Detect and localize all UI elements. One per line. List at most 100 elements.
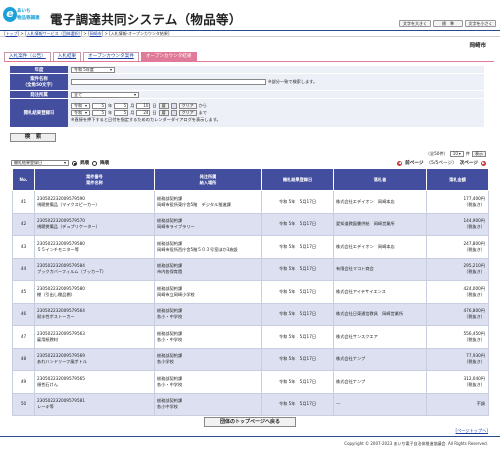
month-unit: 月 bbox=[130, 103, 135, 108]
from-month-input[interactable]: 5 bbox=[114, 103, 129, 109]
case-name-link[interactable]: 棚（引出し棚品棚） bbox=[37, 292, 75, 297]
amount-value: 144,900円 bbox=[463, 218, 485, 224]
page-top-link[interactable]: [ページトップへ] bbox=[455, 428, 488, 434]
row-winner: 株式会社ナンプ bbox=[333, 370, 427, 394]
sort-field-select[interactable]: 開札結果登録日 ▾ bbox=[11, 160, 69, 166]
chevron-down-icon: ▾ bbox=[63, 160, 66, 165]
tab-bid-notice[interactable]: 入札案件（公告） bbox=[4, 52, 51, 61]
to-calendar-button[interactable]: 暦 bbox=[158, 110, 169, 116]
case-name-link[interactable]: 視聴覚備品（マイクスピーカー） bbox=[37, 202, 100, 207]
from-calendar-button[interactable]: 暦 bbox=[158, 103, 169, 109]
dept-name: 総務部契約課 bbox=[157, 240, 183, 246]
case-name-input[interactable] bbox=[71, 79, 266, 85]
to-era-select[interactable]: 令和 ▾ bbox=[71, 110, 90, 116]
row-amount: 不調 bbox=[426, 392, 489, 416]
site-logo[interactable]: e あいち 物品等調達 bbox=[3, 7, 43, 26]
prev-page-link[interactable]: 前ページ bbox=[405, 160, 423, 166]
breadcrumb-org-link[interactable]: 岡崎市 bbox=[90, 31, 102, 36]
font-small-button[interactable]: 文字を小さく bbox=[465, 20, 496, 27]
to-year-input[interactable]: 5 bbox=[92, 110, 106, 116]
tab-bar: 入札案件（公告） 入札結果 オープンカウンタ案件 オープンカウンタ結果 bbox=[4, 52, 197, 61]
row-amount: 476,800円 （税抜き） bbox=[426, 302, 489, 326]
row-case[interactable]: 230502232009579580 棚（引出し棚品棚） bbox=[34, 280, 155, 304]
search-button[interactable]: 検 索 bbox=[10, 133, 56, 142]
to-day-input[interactable]: 24 bbox=[136, 110, 151, 116]
next-page-link[interactable]: 次ページ bbox=[460, 160, 478, 166]
calendar-icon[interactable] bbox=[170, 103, 177, 109]
tab-underline bbox=[4, 61, 494, 62]
row-case[interactable]: 230502232009579590 視聴覚備品（マイクスピーカー） bbox=[34, 190, 155, 214]
back-to-top-button[interactable]: 団体のトップページへ戻る bbox=[204, 417, 296, 427]
amount-value: 476,800円 bbox=[463, 308, 485, 314]
delivery-place: 岡崎市役所東庁舎5階 デジタル推進課 bbox=[157, 201, 231, 207]
per-page-apply-button[interactable]: 表示 bbox=[472, 151, 486, 157]
date-from-row: 令和 ▾ 5年 5月 10 日 暦 クリア から bbox=[71, 103, 207, 109]
font-standard-button[interactable]: 標 準 bbox=[433, 20, 463, 27]
case-name-link[interactable]: 耐水性ボストーカー bbox=[37, 314, 75, 319]
delivery-place: 岡崎市ライブラリー bbox=[157, 224, 195, 230]
from-day-input[interactable]: 10 bbox=[136, 103, 151, 109]
row-case[interactable]: 230502232009579565 頒性石けん bbox=[34, 370, 155, 394]
from-clear-button[interactable]: クリア bbox=[178, 103, 197, 109]
row-no: 44 bbox=[12, 257, 35, 281]
table-row: 43 230502232009579580 ５５インチモニター等 総務部契約課 岡崎市役… bbox=[12, 235, 489, 259]
table-row: 42 230502232009579570 視聴覚備品（デュプリケーター） 総務部契約… bbox=[12, 212, 489, 236]
row-dept: 総務部契約課 岡崎市役所西庁舎5階５０３号室ほか3施設 bbox=[154, 235, 262, 259]
row-case[interactable]: 230502232009579564 耐水性ボストーカー bbox=[34, 302, 155, 326]
row-date: 令和 5年 5月17日 bbox=[261, 212, 334, 236]
amount-tax-note: （税抜き） bbox=[464, 201, 485, 207]
year-select[interactable]: 令和 5年度 ▾ bbox=[71, 66, 115, 73]
case-name-link[interactable]: 視聴覚備品（デュプリケーター） bbox=[37, 224, 100, 229]
per-page-value: 10 bbox=[452, 151, 458, 156]
breadcrumb-top-link[interactable]: トップ bbox=[6, 31, 18, 36]
tab-open-counter-cases[interactable]: オープンカウンタ案件 bbox=[83, 52, 139, 61]
case-id: 230502232009579564 bbox=[37, 308, 85, 314]
delivery-place: 岡崎市立岡崎小学校 bbox=[157, 291, 195, 297]
case-id: 230502232009579584 bbox=[37, 263, 85, 269]
row-case[interactable]: 230502232009579581 レーキ等 bbox=[34, 392, 155, 416]
row-case[interactable]: 230502232009579563 雇用紙教材 bbox=[34, 325, 155, 349]
col-winner: 落札者 bbox=[333, 168, 427, 191]
chevron-down-icon: ▾ bbox=[458, 151, 461, 156]
prev-arrow-icon[interactable]: ◀ bbox=[397, 160, 403, 166]
dept-select[interactable]: 全て ▾ bbox=[71, 91, 139, 98]
row-date: 令和 5年 5月17日 bbox=[261, 325, 334, 349]
from-suffix: から bbox=[198, 103, 207, 108]
case-name-link[interactable]: ブックカバーフィルム（ブッカーT） bbox=[37, 269, 106, 274]
row-dept: 総務部契約課 各小学校 bbox=[154, 347, 262, 371]
row-case[interactable]: 230502232009579570 視聴覚備品（デュプリケーター） bbox=[34, 212, 155, 236]
row-winner: 株式会社サンスクエア bbox=[333, 325, 427, 349]
chevron-down-icon: ▾ bbox=[84, 103, 87, 108]
row-case[interactable]: 230502232009579580 ５５インチモニター等 bbox=[34, 235, 155, 259]
to-month-input[interactable]: 5 bbox=[114, 110, 129, 116]
footer-copyright: Copyright © 2007-2023 あいち電子自治体推進協議会. All… bbox=[0, 436, 500, 451]
from-year-input[interactable]: 5 bbox=[92, 103, 106, 109]
case-name-link[interactable]: レーキ等 bbox=[37, 404, 54, 409]
sort-asc-radio[interactable] bbox=[72, 160, 77, 166]
row-dept: 総務部契約課 各小・中学校 bbox=[154, 302, 262, 326]
case-name-link[interactable]: あれハンドリーフ風ポトル bbox=[37, 359, 87, 364]
case-name-link[interactable]: 雇用紙教材 bbox=[37, 337, 58, 342]
case-id: 230502232009579580 bbox=[37, 240, 85, 246]
table-row: 45 230502232009579580 棚（引出し棚品棚） 総務部契約課 岡崎市立岡… bbox=[12, 280, 489, 304]
from-era-select[interactable]: 令和 ▾ bbox=[71, 103, 90, 109]
tab-bid-result[interactable]: 入札結果 bbox=[52, 52, 82, 61]
tab-open-counter-results[interactable]: オープンカウンタ結果 bbox=[140, 52, 197, 61]
sort-desc-radio[interactable] bbox=[92, 160, 97, 166]
row-case[interactable]: 230502232009579584 ブックカバーフィルム（ブッカーT） bbox=[34, 257, 155, 281]
font-large-button[interactable]: 文字を大きく bbox=[399, 20, 431, 27]
sort-field-value: 開札結果登録日 bbox=[14, 160, 42, 165]
dept-label: 発注所属 bbox=[10, 91, 68, 99]
to-clear-button[interactable]: クリア bbox=[178, 110, 197, 116]
amount-tax-note: （税抜き） bbox=[464, 224, 485, 230]
row-case[interactable]: 230502232009579569 あれハンドリーフ風ポトル bbox=[34, 347, 155, 371]
case-name-link[interactable]: ５５インチモニター等 bbox=[37, 247, 79, 252]
calendar-icon[interactable] bbox=[170, 110, 177, 116]
dept-name: 総務部契約課 bbox=[157, 195, 183, 201]
breadcrumb-org-select-link[interactable]: 入札情報サービス（団体選択） bbox=[27, 31, 81, 36]
next-arrow-icon[interactable]: ▶ bbox=[481, 160, 486, 166]
year-unit: 年 bbox=[108, 110, 113, 115]
per-page-unit: 件 bbox=[465, 151, 470, 156]
case-name-link[interactable]: 頒性石けん bbox=[37, 382, 58, 387]
per-page-select[interactable]: 10 ▾ bbox=[449, 151, 464, 157]
